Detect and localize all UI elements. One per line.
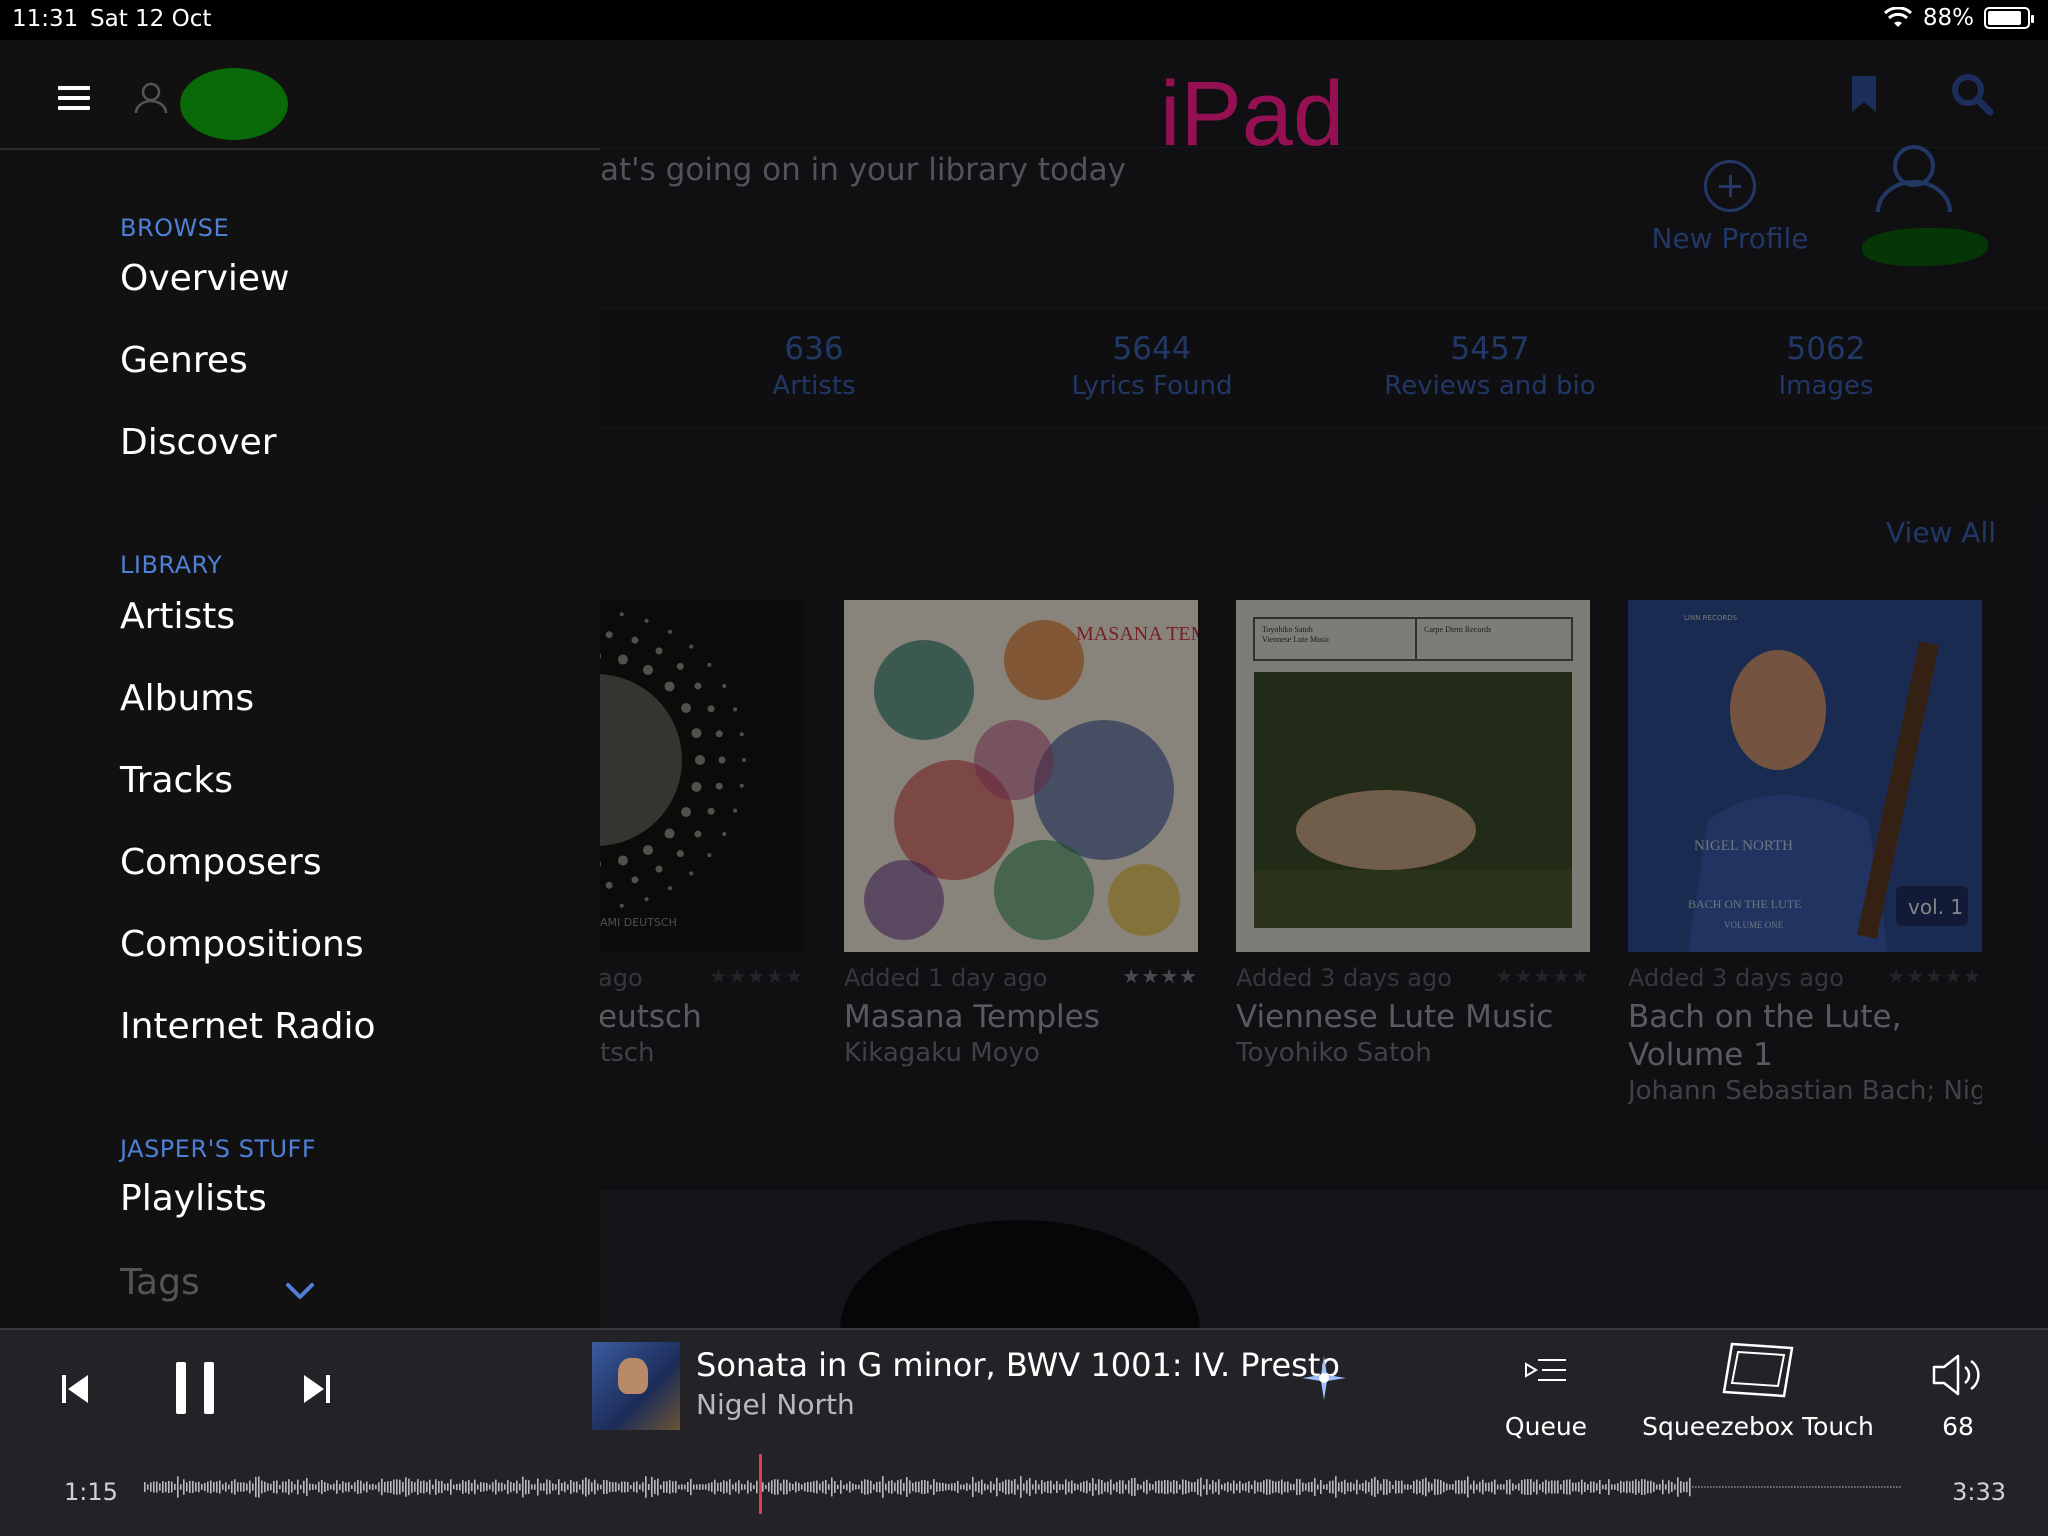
nav-item-playlists[interactable]: Playlists bbox=[120, 1178, 267, 1219]
user-icon[interactable] bbox=[134, 80, 168, 114]
now-playing-title[interactable]: Sonata in G minor, BWV 1001: IV. Presto bbox=[696, 1346, 1340, 1384]
sparkle-icon[interactable] bbox=[1300, 1354, 1348, 1402]
status-bar: 11:31 Sat 12 Oct 88% bbox=[0, 0, 2048, 40]
queue-icon[interactable] bbox=[1524, 1356, 1568, 1392]
elapsed-time: 1:15 bbox=[64, 1478, 118, 1506]
battery-percent: 88% bbox=[1922, 5, 1974, 31]
status-date: Sat 12 Oct bbox=[90, 6, 212, 32]
menu-icon[interactable] bbox=[58, 86, 90, 116]
section-header-browse: BROWSE bbox=[120, 214, 230, 242]
nav-item-genres[interactable]: Genres bbox=[120, 340, 248, 381]
volume-level[interactable]: 68 bbox=[1908, 1412, 2008, 1441]
total-duration: 3:33 bbox=[1952, 1478, 2006, 1506]
pause-icon[interactable] bbox=[172, 1360, 218, 1416]
drawer-header bbox=[0, 40, 600, 150]
nav-item-internet-radio[interactable]: Internet Radio bbox=[120, 1006, 376, 1047]
nav-item-discover[interactable]: Discover bbox=[120, 422, 277, 463]
redaction-blob bbox=[180, 68, 288, 140]
volume-icon[interactable] bbox=[1930, 1352, 1984, 1398]
nav-item-composers[interactable]: Composers bbox=[120, 842, 322, 883]
status-time: 11:31 bbox=[12, 6, 79, 32]
previous-track-icon[interactable] bbox=[60, 1372, 92, 1406]
squeezebox-device-icon[interactable] bbox=[1720, 1340, 1796, 1404]
nav-item-artists[interactable]: Artists bbox=[120, 596, 235, 637]
now-playing-album-art[interactable] bbox=[592, 1342, 680, 1430]
now-playing-artist[interactable]: Nigel North bbox=[696, 1388, 855, 1421]
section-header-library: LIBRARY bbox=[120, 551, 223, 579]
playhead[interactable] bbox=[759, 1454, 762, 1514]
navigation-drawer: BROWSE Overview Genres Discover LIBRARY … bbox=[0, 40, 600, 1328]
status-right: 88% bbox=[1883, 5, 2034, 31]
next-track-icon[interactable] bbox=[300, 1372, 332, 1406]
nav-item-tracks[interactable]: Tracks bbox=[120, 760, 233, 801]
nav-item-albums[interactable]: Albums bbox=[120, 678, 254, 719]
chevron-down-icon[interactable] bbox=[284, 1280, 316, 1302]
now-playing-bar: Sonata in G minor, BWV 1001: IV. Presto … bbox=[0, 1328, 2048, 1536]
wifi-icon bbox=[1883, 7, 1912, 27]
nav-item-compositions[interactable]: Compositions bbox=[120, 924, 364, 965]
section-header-jaspers-stuff: JASPER'S STUFF bbox=[120, 1135, 317, 1163]
waveform-seekbar[interactable] bbox=[144, 1468, 1902, 1506]
nav-item-overview[interactable]: Overview bbox=[120, 258, 290, 299]
queue-label[interactable]: Queue bbox=[1486, 1412, 1606, 1441]
nav-item-tags[interactable]: Tags bbox=[120, 1262, 200, 1303]
device-label[interactable]: Squeezebox Touch bbox=[1628, 1412, 1888, 1441]
battery-icon bbox=[1984, 7, 2034, 29]
